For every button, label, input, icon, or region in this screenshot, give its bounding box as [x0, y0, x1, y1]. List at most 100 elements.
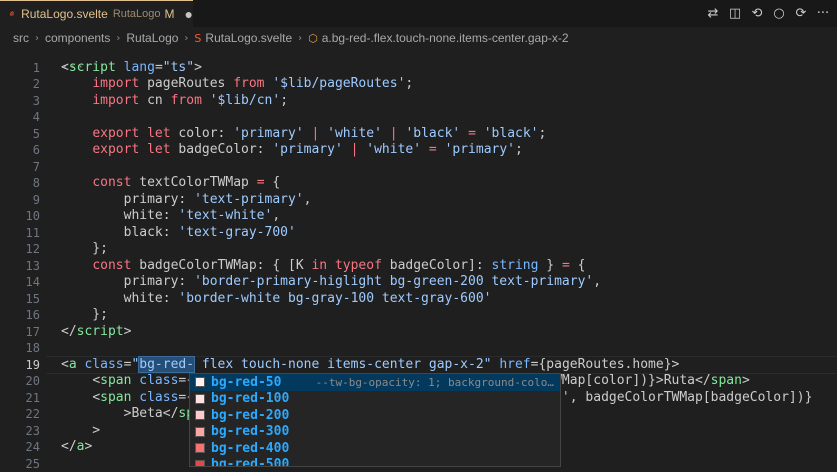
code-line[interactable]: 16 }; [0, 307, 837, 324]
code-text[interactable]: > [61, 423, 100, 440]
suggestion-item[interactable]: bg-red-100 [190, 391, 560, 408]
line-number: 2 [0, 76, 40, 93]
suggestion-label: bg-red-300 [211, 424, 289, 439]
code-text[interactable]: <script lang="ts"> [61, 60, 202, 77]
tab-filename: RutaLogo.svelte [21, 7, 108, 21]
color-swatch-icon [195, 377, 205, 387]
suggestion-detail: --tw-bg-opacity: 1; background-colo… [316, 376, 554, 389]
line-number: 25 [0, 456, 40, 472]
color-swatch-icon [195, 443, 205, 453]
code-line[interactable]: 12 }; [0, 241, 837, 258]
line-number: 18 [0, 340, 40, 357]
code-line[interactable]: 6 export let badgeColor: 'primary' | 'wh… [0, 142, 837, 159]
tab-modified-status: M [165, 7, 175, 21]
go-back-icon[interactable]: ⟲ [749, 6, 765, 22]
line-number: 22 [0, 406, 40, 423]
autocomplete-widget[interactable]: bg-red-50--tw-bg-opacity: 1; background-… [189, 373, 561, 467]
tab-description: RutaLogo [113, 8, 161, 20]
code-text[interactable]: </a> [61, 439, 92, 456]
line-number: 15 [0, 291, 40, 308]
code-text[interactable]: export let color: 'primary' | 'white' | … [61, 126, 546, 143]
code-line[interactable]: 2 import pageRoutes from '$lib/pageRoute… [0, 76, 837, 93]
chevron-right-icon: › [298, 33, 302, 44]
suggestion-item[interactable]: bg-red-50--tw-bg-opacity: 1; background-… [190, 374, 560, 391]
code-line[interactable]: 9 primary: 'text-primary', [0, 192, 837, 209]
line-number: 20 [0, 373, 40, 390]
line-number: 9 [0, 192, 40, 209]
code-line[interactable]: 18 [0, 340, 837, 357]
chevron-right-icon: › [116, 33, 120, 44]
code-line[interactable]: 11 black: 'text-gray-700' [0, 225, 837, 242]
code-line[interactable]: 8 const textColorTWMap = { [0, 175, 837, 192]
code-line[interactable]: 19 <a class="bg-red- flex touch-none item… [0, 357, 837, 374]
go-forward-icon[interactable]: ⟳ [793, 6, 809, 22]
circle-icon[interactable]: ○ [771, 6, 787, 22]
code-line[interactable]: 10 white: 'text-white', [0, 208, 837, 225]
line-number: 4 [0, 109, 40, 126]
suggestion-item[interactable]: bg-red-500 [190, 457, 560, 468]
line-number: 14 [0, 274, 40, 291]
code-line[interactable]: 7 [0, 159, 837, 176]
suggestion-label: bg-red-200 [211, 408, 289, 423]
chevron-right-icon: › [184, 33, 188, 44]
editor-actions: ⇄ ◫ ⟲ ○ ⟳ ··· [705, 0, 837, 27]
code-line[interactable]: 13 const badgeColorTWMap: { [K in typeof… [0, 258, 837, 275]
line-number: 10 [0, 208, 40, 225]
code-text[interactable]: primary: 'text-primary', [61, 192, 311, 209]
code-text[interactable]: }; [61, 307, 108, 324]
line-number: 3 [0, 93, 40, 110]
code-text[interactable]: black: 'text-gray-700' [61, 225, 296, 242]
code-line[interactable]: 3 import cn from '$lib/cn'; [0, 93, 837, 110]
line-number: 16 [0, 307, 40, 324]
code-text[interactable]: </script> [61, 324, 131, 341]
more-actions-icon[interactable]: ··· [815, 6, 831, 22]
code-text[interactable]: <a class="bg-red- flex touch-none items-… [61, 357, 679, 374]
suggestion-label: bg-red-100 [211, 391, 289, 406]
suggestion-label: bg-red-500 [211, 457, 289, 467]
unsaved-dot-icon[interactable]: ● [185, 6, 193, 22]
line-number: 12 [0, 241, 40, 258]
code-text[interactable]: const badgeColorTWMap: { [K in typeof ba… [61, 258, 585, 275]
code-text[interactable]: >Beta</sp [61, 406, 194, 423]
svelte-file-icon [10, 7, 15, 21]
line-number: 23 [0, 423, 40, 440]
line-number: 21 [0, 390, 40, 407]
line-number: 5 [0, 126, 40, 143]
line-number: 7 [0, 159, 40, 176]
line-number: 11 [0, 225, 40, 242]
line-number: 1 [0, 60, 40, 77]
code-text[interactable]: }; [61, 241, 108, 258]
code-line[interactable]: 17 </script> [0, 324, 837, 341]
code-line[interactable]: 4 [0, 109, 837, 126]
code-line[interactable]: 1 <script lang="ts"> [0, 60, 837, 77]
line-number: 8 [0, 175, 40, 192]
editor-tab[interactable]: RutaLogo.svelte RutaLogo M ● [0, 0, 193, 27]
tab-bar: RutaLogo.svelte RutaLogo M ● ⇄ ◫ ⟲ ○ ⟳ ··· [0, 0, 837, 27]
code-line[interactable]: 15 white: 'border-white bg-gray-100 text… [0, 291, 837, 308]
line-number: 13 [0, 258, 40, 275]
code-text[interactable]: primary: 'border-primary-higlight bg-gre… [61, 274, 601, 291]
code-text[interactable]: import cn from '$lib/cn'; [61, 93, 288, 110]
chevron-right-icon: › [35, 33, 39, 44]
color-swatch-icon [195, 394, 205, 404]
fold-hint-line: ··· [0, 43, 837, 60]
line-number: 24 [0, 439, 40, 456]
code-line[interactable]: 5 export let color: 'primary' | 'white' … [0, 126, 837, 143]
suggestion-item[interactable]: bg-red-300 [190, 424, 560, 441]
code-text[interactable]: export let badgeColor: 'primary' | 'whit… [61, 142, 523, 159]
code-text[interactable]: import pageRoutes from '$lib/pageRoutes'… [61, 76, 413, 93]
suggestion-item[interactable]: bg-red-200 [190, 407, 560, 424]
line-number: 17 [0, 324, 40, 341]
code-line[interactable]: 14 primary: 'border-primary-higlight bg-… [0, 274, 837, 291]
suggestion-item[interactable]: bg-red-400 [190, 440, 560, 457]
suggestion-label: bg-red-400 [211, 441, 289, 456]
line-number: 19 [0, 357, 40, 374]
split-editor-icon[interactable]: ◫ [727, 6, 743, 22]
line-number: 6 [0, 142, 40, 159]
code-text[interactable]: white: 'border-white bg-gray-100 text-gr… [61, 291, 491, 308]
color-swatch-icon [195, 427, 205, 437]
compare-icon[interactable]: ⇄ [705, 6, 721, 22]
code-text[interactable]: const textColorTWMap = { [61, 175, 280, 192]
color-swatch-icon [195, 410, 205, 420]
code-text[interactable]: white: 'text-white', [61, 208, 280, 225]
